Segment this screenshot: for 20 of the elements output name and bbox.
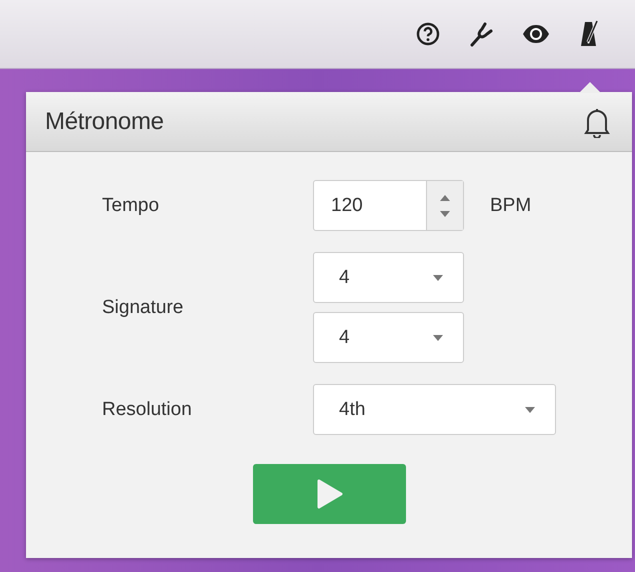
resolution-dropdown[interactable]: 4th — [313, 384, 556, 435]
note-value-dropdown[interactable]: 4 — [313, 312, 464, 363]
metronome-icon[interactable] — [580, 20, 600, 48]
spin-down-icon[interactable] — [440, 210, 450, 216]
resolution-label: Resolution — [102, 398, 193, 420]
play-icon — [316, 479, 342, 509]
signature-label: Signature — [102, 296, 184, 318]
beats-dropdown[interactable]: 4 — [313, 252, 464, 303]
dropdown-caret-icon — [433, 274, 443, 280]
play-button[interactable] — [253, 464, 406, 524]
panel-title: Métronome — [45, 108, 164, 136]
spin-up-icon[interactable] — [440, 194, 450, 200]
bpm-unit: BPM — [490, 194, 532, 216]
dropdown-caret-icon — [433, 334, 443, 340]
tempo-field[interactable]: 120 — [313, 180, 464, 231]
help-icon[interactable] — [416, 22, 440, 46]
eye-icon[interactable] — [522, 24, 550, 44]
dropdown-caret-icon — [525, 406, 535, 412]
tempo-label: Tempo — [102, 194, 160, 216]
tuning-fork-icon[interactable] — [469, 21, 495, 47]
